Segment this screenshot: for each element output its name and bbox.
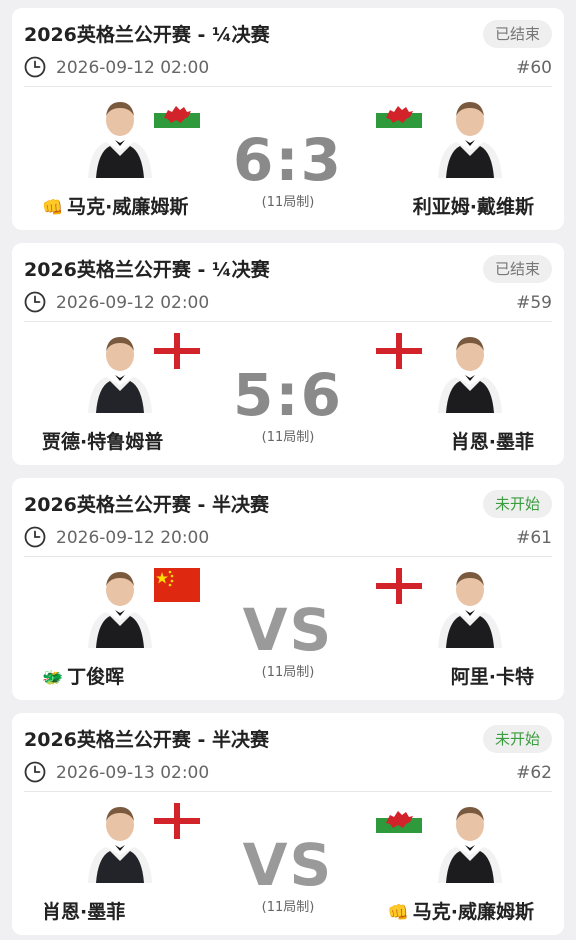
match-card[interactable]: 2026英格兰公开赛 - 半决赛 未开始 2026-09-13 02:00 #62 VS… [12, 713, 564, 935]
player-badge-icon: 🐲 [42, 668, 64, 688]
match-title: 2026英格兰公开赛 - 半决赛 [24, 494, 269, 516]
status-badge: 已结束 [482, 20, 552, 48]
match-number: #61 [516, 528, 552, 548]
left-player-name[interactable]: 👊 马克·威廉姆斯 [42, 192, 188, 219]
match-card[interactable]: 2026英格兰公开赛 - ¼决赛 已结束 2026-09-12 02:00 #59 5:… [12, 243, 564, 465]
divider [24, 86, 552, 87]
match-card[interactable]: 2026英格兰公开赛 - ¼决赛 已结束 2026-09-12 02:00 #60 6:… [12, 8, 564, 230]
right-player-name-text: 马克·威廉姆斯 [412, 901, 534, 923]
divider [24, 556, 552, 557]
left-player-name-text: 马克·威廉姆斯 [67, 196, 189, 218]
right-player-name[interactable]: 阿里·卡特 [451, 662, 534, 689]
player-badge-icon: 👊 [42, 198, 64, 218]
vs-label: VS [242, 831, 334, 899]
left-player-name-text: 肖恩·墨菲 [42, 901, 126, 923]
match-time: 2026-09-13 02:00 [56, 763, 210, 783]
status-badge: 已结束 [482, 255, 552, 283]
left-player-name[interactable]: 🐲 丁俊晖 [42, 662, 124, 689]
left-player-name-text: 丁俊晖 [67, 666, 125, 688]
match-number: #62 [516, 763, 552, 783]
match-score: 6:3 [233, 126, 343, 194]
match-number: #59 [516, 293, 552, 313]
clock-icon [24, 56, 46, 78]
player-badge-icon: 👊 [387, 903, 409, 923]
divider [24, 791, 552, 792]
match-title: 2026英格兰公开赛 - 半决赛 [24, 729, 269, 751]
clock-icon [24, 291, 46, 313]
right-player-name[interactable]: 利亚姆·戴维斯 [413, 192, 534, 219]
match-card[interactable]: 2026英格兰公开赛 - 半决赛 未开始 2026-09-12 20:00 #61 VS… [12, 478, 564, 700]
clock-icon [24, 761, 46, 783]
time-row: 2026-09-13 02:00 #62 [24, 761, 552, 787]
right-player-name-text: 利亚姆·戴维斯 [412, 196, 534, 218]
time-row: 2026-09-12 02:00 #60 [24, 56, 552, 82]
match-time: 2026-09-12 20:00 [56, 528, 210, 548]
left-player-name[interactable]: 贾德·特鲁姆普 [42, 427, 163, 454]
left-player-name[interactable]: 肖恩·墨菲 [42, 897, 125, 924]
time-row: 2026-09-12 20:00 #61 [24, 526, 552, 552]
match-title: 2026英格兰公开赛 - ¼决赛 [24, 259, 270, 281]
clock-icon [24, 526, 46, 548]
divider [24, 321, 552, 322]
match-title: 2026英格兰公开赛 - ¼决赛 [24, 24, 270, 46]
right-player-name-text: 肖恩·墨菲 [450, 431, 534, 453]
status-badge: 未开始 [482, 725, 552, 753]
match-time: 2026-09-12 02:00 [56, 58, 210, 78]
status-badge: 未开始 [482, 490, 552, 518]
match-number: #60 [516, 58, 552, 78]
time-row: 2026-09-12 02:00 #59 [24, 291, 552, 317]
match-score: 5:6 [233, 361, 343, 429]
match-time: 2026-09-12 02:00 [56, 293, 210, 313]
right-player-name[interactable]: 👊 马克·威廉姆斯 [388, 897, 534, 924]
left-player-name-text: 贾德·特鲁姆普 [42, 431, 164, 453]
right-player-name[interactable]: 肖恩·墨菲 [451, 427, 534, 454]
vs-label: VS [242, 596, 334, 664]
right-player-name-text: 阿里·卡特 [450, 666, 534, 688]
